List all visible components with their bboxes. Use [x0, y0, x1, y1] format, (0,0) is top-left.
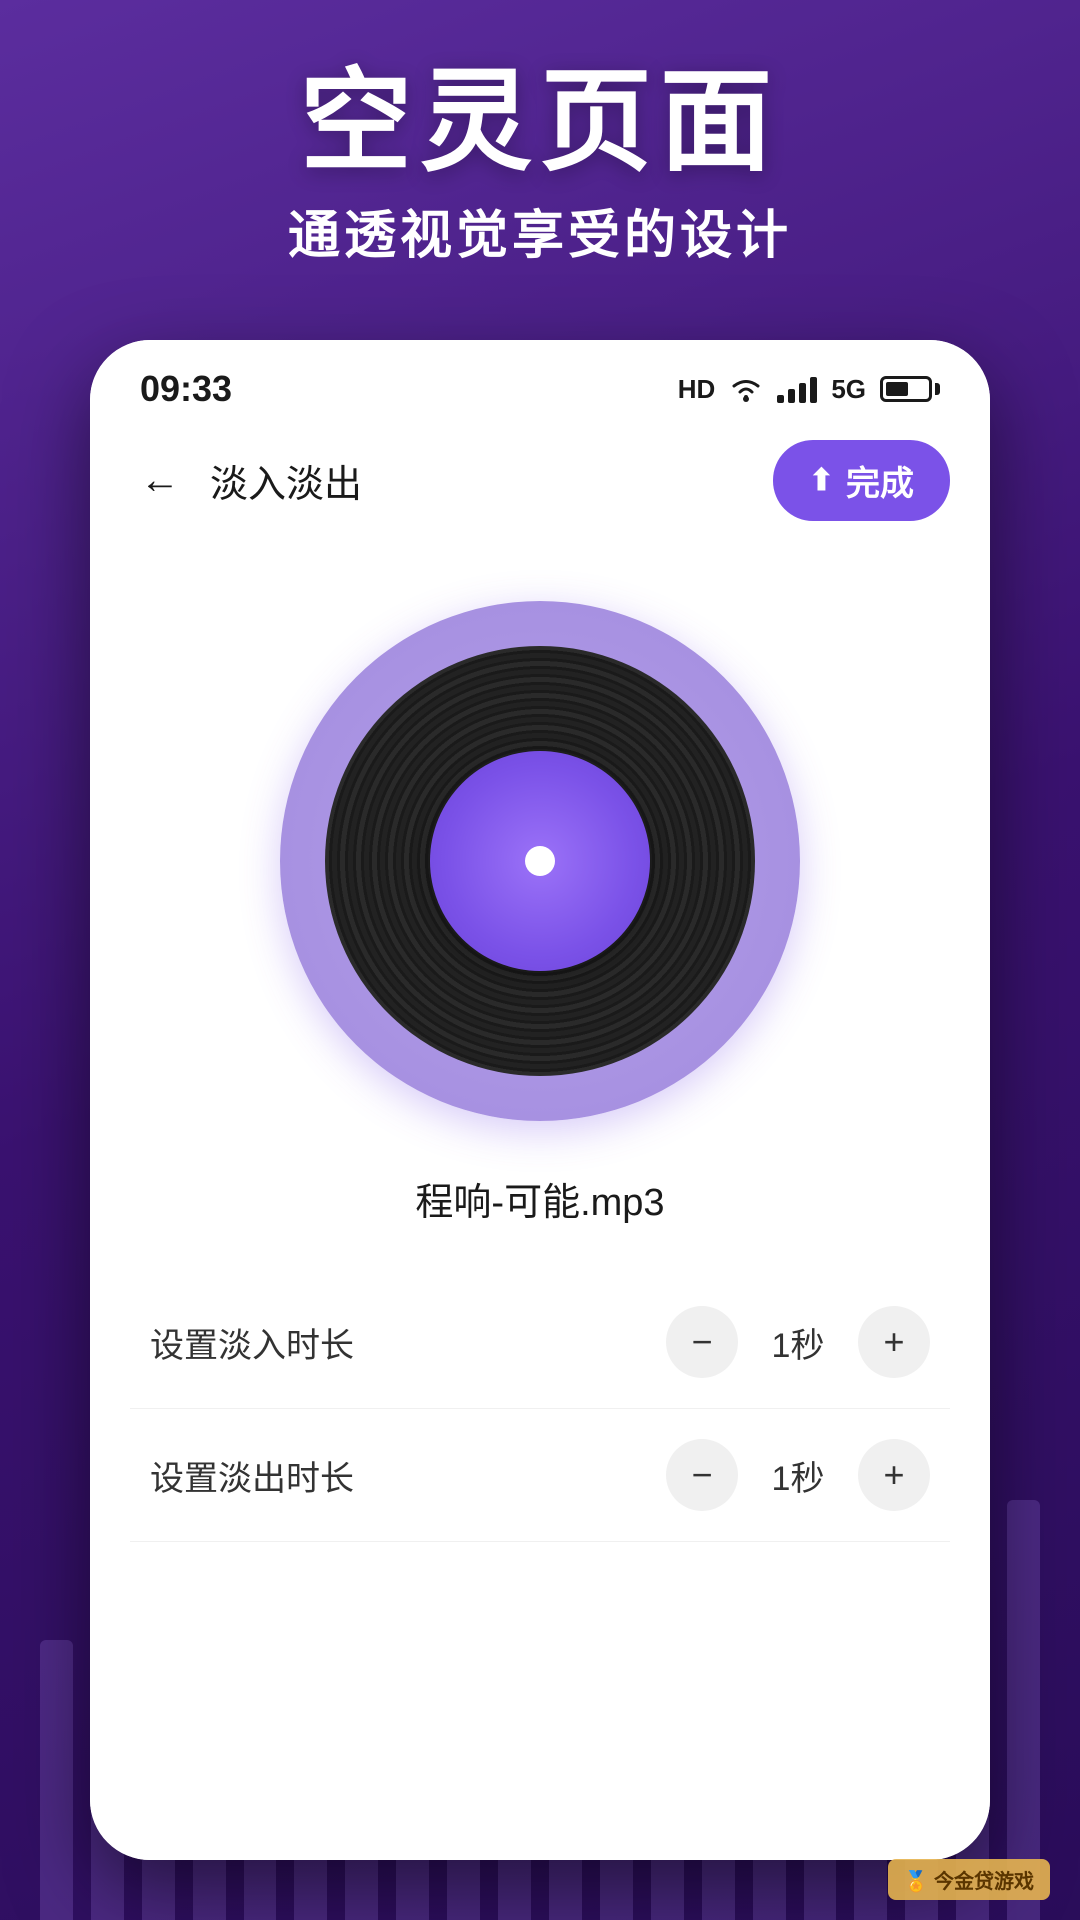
- vinyl-center: [430, 751, 650, 971]
- hd-badge: HD: [678, 374, 716, 405]
- stepper-plus-0[interactable]: +: [858, 1306, 930, 1378]
- controls-area: 设置淡入时长 − 1秒 + 设置淡出时长 − 1秒 +: [130, 1276, 950, 1542]
- control-row: 设置淡入时长 − 1秒 +: [130, 1276, 950, 1409]
- sub-title: 通透视觉享受的设计: [0, 193, 1080, 268]
- top-title-area: 空灵页面 通透视觉享受的设计: [0, 60, 1080, 268]
- nav-bar: ← 淡入淡出 ⬆ 完成: [90, 420, 990, 541]
- stepper-value-0: 1秒: [738, 1318, 858, 1367]
- vinyl-container: [280, 601, 800, 1121]
- signal-label: 5G: [831, 374, 866, 405]
- main-content: 程响-可能.mp3 设置淡入时长 − 1秒 + 设置淡出时长 − 1秒 +: [90, 541, 990, 1860]
- status-bar: 09:33 HD 5G: [90, 340, 990, 420]
- control-label-0: 设置淡入时长: [150, 1318, 666, 1367]
- file-name: 程响-可能.mp3: [415, 1171, 664, 1226]
- main-title: 空灵页面: [0, 60, 1080, 183]
- stepper-value-1: 1秒: [738, 1451, 858, 1500]
- eq-bar: [40, 1640, 73, 1920]
- done-button[interactable]: ⬆ 完成: [773, 440, 950, 521]
- nav-title: 淡入淡出: [210, 453, 773, 508]
- watermark: 🏅 今金贷游戏: [888, 1859, 1050, 1900]
- watermark-text: 🏅 今金贷游戏: [904, 1871, 1034, 1893]
- stepper-plus-1[interactable]: +: [858, 1439, 930, 1511]
- signal-icon: [777, 375, 817, 403]
- eq-bar: [1007, 1500, 1040, 1920]
- battery-icon: [880, 376, 940, 402]
- done-icon: ⬆: [809, 463, 834, 498]
- back-button[interactable]: ←: [130, 453, 190, 508]
- phone-mockup: 09:33 HD 5G: [90, 340, 990, 1860]
- control-row: 设置淡出时长 − 1秒 +: [130, 1409, 950, 1542]
- wifi-icon: [729, 375, 763, 403]
- control-stepper-1: − 1秒 +: [666, 1439, 930, 1511]
- done-label: 完成: [846, 456, 914, 505]
- stepper-minus-0[interactable]: −: [666, 1306, 738, 1378]
- vinyl-record: [325, 646, 755, 1076]
- control-label-1: 设置淡出时长: [150, 1451, 666, 1500]
- vinyl-hole: [525, 846, 555, 876]
- status-icons: HD 5G: [678, 374, 940, 405]
- stepper-minus-1[interactable]: −: [666, 1439, 738, 1511]
- status-time: 09:33: [140, 368, 232, 410]
- vinyl-outer-ring: [280, 601, 800, 1121]
- control-stepper-0: − 1秒 +: [666, 1306, 930, 1378]
